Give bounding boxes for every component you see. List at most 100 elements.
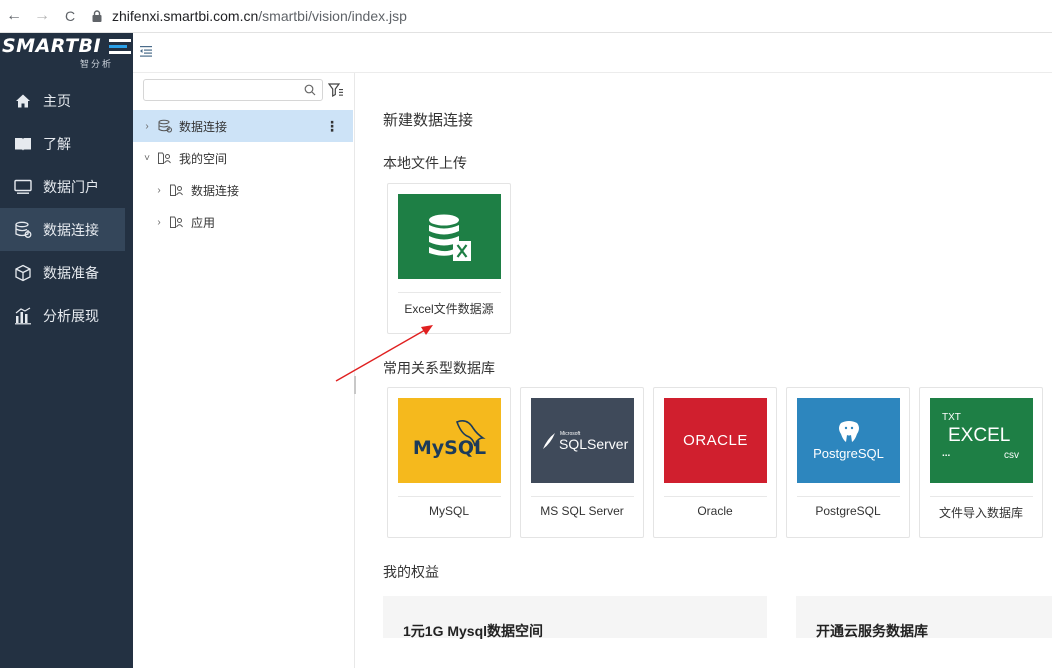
card-caption: Excel文件数据源 — [404, 302, 494, 316]
excel-label: EXCEL — [948, 425, 1011, 446]
postgresql-card[interactable]: PostgreSQL PostgreSQL — [786, 387, 910, 538]
database-link-icon — [158, 119, 173, 133]
tree-node-label: 应用 — [191, 215, 216, 230]
section-local-upload-label: 本地文件上传 — [383, 155, 467, 171]
chevron-down-icon[interactable]: ˅ — [141, 153, 153, 164]
main-content: 新建数据连接 本地文件上传 Excel文件数据源 常用关系型数据库 MySQL … — [356, 73, 1052, 668]
csv-label: csv — [1004, 450, 1019, 461]
forward-button[interactable]: → — [28, 2, 56, 30]
tree-node-label: 数据连接 — [191, 183, 240, 198]
oracle-tile: ORACLE — [664, 398, 767, 483]
main-sidebar: 主页 了解 数据门户 数据连接 数据准备 分析展现 — [0, 73, 133, 668]
tree-node-my-space[interactable]: ˅ 我的空间 — [133, 142, 353, 174]
card-divider — [531, 496, 634, 497]
tree-node-my-data-connection[interactable]: › 数据连接 — [133, 174, 353, 206]
url-path: /smartbi/vision/index.jsp — [258, 8, 407, 24]
app-logo[interactable]: SMARTBI 智分析 — [0, 33, 133, 73]
chevron-right-icon[interactable]: › — [153, 185, 165, 196]
sqlserver-logo-text: SQLServer — [559, 436, 629, 452]
sidebar-item-label: 了解 — [43, 135, 71, 152]
sidebar-item-home[interactable]: 主页 — [0, 79, 133, 122]
sqlserver-logo-icon — [543, 433, 555, 449]
database-link-icon — [14, 221, 32, 239]
back-button[interactable]: ← — [0, 2, 28, 30]
chevron-right-icon[interactable]: › — [141, 121, 153, 132]
folder-user-icon — [158, 152, 171, 164]
bar-chart-icon — [14, 306, 32, 325]
file-import-card[interactable]: TXT EXCEL ... csv 文件导入数据库 — [919, 387, 1043, 538]
tree-node-apps[interactable]: › 应用 — [133, 206, 353, 238]
sqlserver-card[interactable]: Microsoft SQLServer MS SQL Server — [520, 387, 644, 538]
section-relational-label: 常用关系型数据库 — [383, 360, 495, 376]
resource-tree: › 数据连接 ⋮ ˅ 我的空间 › 数据连接 › 应用 — [133, 110, 353, 238]
tree-node-data-connection[interactable]: › 数据连接 ⋮ — [133, 110, 353, 142]
excel-datasource-card[interactable]: Excel文件数据源 — [387, 183, 511, 334]
card-caption: MySQL — [428, 504, 469, 518]
mysql-card[interactable]: MySQL MySQL — [387, 387, 511, 538]
sqlserver-tile: Microsoft SQLServer — [531, 398, 634, 483]
mysql-tile: MySQL — [398, 398, 501, 483]
folder-user-icon — [170, 184, 183, 196]
tree-search-input[interactable] — [144, 80, 294, 100]
chevron-right-icon[interactable]: › — [153, 217, 165, 228]
more-options-icon[interactable]: ⋮ — [325, 118, 339, 135]
excel-tile — [398, 194, 501, 279]
file-import-tile: TXT EXCEL ... csv — [930, 398, 1033, 483]
browser-toolbar: ← → C zhifenxi.smartbi.com.cn/smartbi/vi… — [0, 0, 1052, 33]
dots-label: ... — [942, 448, 951, 459]
benefit-card-cloud-db[interactable]: 开通云服务数据库 — [796, 596, 1052, 639]
card-divider — [930, 496, 1033, 497]
postgresql-tile: PostgreSQL — [797, 398, 900, 483]
tree-search-box[interactable] — [143, 79, 323, 101]
excel-database-icon — [428, 214, 471, 261]
card-divider — [797, 496, 900, 497]
postgresql-logo-text: PostgreSQL — [813, 446, 884, 461]
benefit-card-mysql-space[interactable]: 1元1G Mysql数据空间 — [383, 596, 767, 639]
sidebar-item-data-connection[interactable]: 数据连接 — [0, 208, 125, 251]
sidebar-item-label: 分析展现 — [43, 307, 99, 324]
sidebar-item-label: 主页 — [43, 92, 71, 109]
card-divider — [398, 292, 501, 293]
app-header — [133, 33, 1052, 73]
sidebar-item-learn[interactable]: 了解 — [0, 122, 133, 165]
url-host: zhifenxi.smartbi.com.cn — [112, 8, 259, 24]
oracle-card[interactable]: ORACLE Oracle — [653, 387, 777, 538]
tree-node-label: 我的空间 — [179, 151, 228, 166]
lock-icon — [92, 10, 102, 22]
logo-subtitle: 智分析 — [80, 59, 114, 69]
oracle-logo-text: ORACLE — [683, 432, 748, 449]
dolphin-icon — [455, 420, 486, 447]
benefit-title: 1元1G Mysql数据空间 — [403, 623, 544, 639]
logo-mark-icon — [109, 39, 131, 55]
search-icon[interactable] — [304, 84, 316, 96]
tree-node-label: 数据连接 — [179, 119, 228, 134]
book-icon — [14, 135, 32, 153]
card-divider — [398, 496, 501, 497]
card-caption: Oracle — [697, 504, 733, 518]
card-caption: MS SQL Server — [540, 504, 624, 518]
elephant-icon — [838, 421, 859, 442]
page-title: 新建数据连接 — [383, 112, 474, 129]
benefit-title: 开通云服务数据库 — [816, 623, 928, 639]
collapse-menu-icon[interactable] — [139, 44, 153, 58]
sidebar-item-analysis[interactable]: 分析展现 — [0, 294, 133, 337]
filter-icon[interactable] — [328, 82, 344, 98]
txt-label: TXT — [942, 412, 961, 423]
card-caption: 文件导入数据库 — [938, 506, 1023, 520]
logo-text: SMARTBI — [2, 35, 102, 57]
card-caption: PostgreSQL — [815, 504, 881, 518]
folder-user-icon — [170, 216, 183, 228]
card-divider — [664, 496, 767, 497]
sidebar-item-data-prep[interactable]: 数据准备 — [0, 251, 133, 294]
sidebar-item-label: 数据连接 — [43, 221, 99, 238]
address-bar[interactable]: zhifenxi.smartbi.com.cn/smartbi/vision/i… — [90, 3, 1052, 29]
sidebar-item-data-portal[interactable]: 数据门户 — [0, 165, 133, 208]
sidebar-item-label: 数据门户 — [43, 178, 99, 195]
cube-icon — [14, 264, 32, 282]
resource-tree-panel: › 数据连接 ⋮ ˅ 我的空间 › 数据连接 › 应用 — [133, 73, 355, 668]
section-benefits-label: 我的权益 — [383, 564, 439, 580]
sidebar-item-label: 数据准备 — [43, 264, 99, 281]
reload-button[interactable]: C — [56, 2, 84, 30]
home-icon — [14, 92, 32, 110]
monitor-icon — [14, 178, 32, 196]
